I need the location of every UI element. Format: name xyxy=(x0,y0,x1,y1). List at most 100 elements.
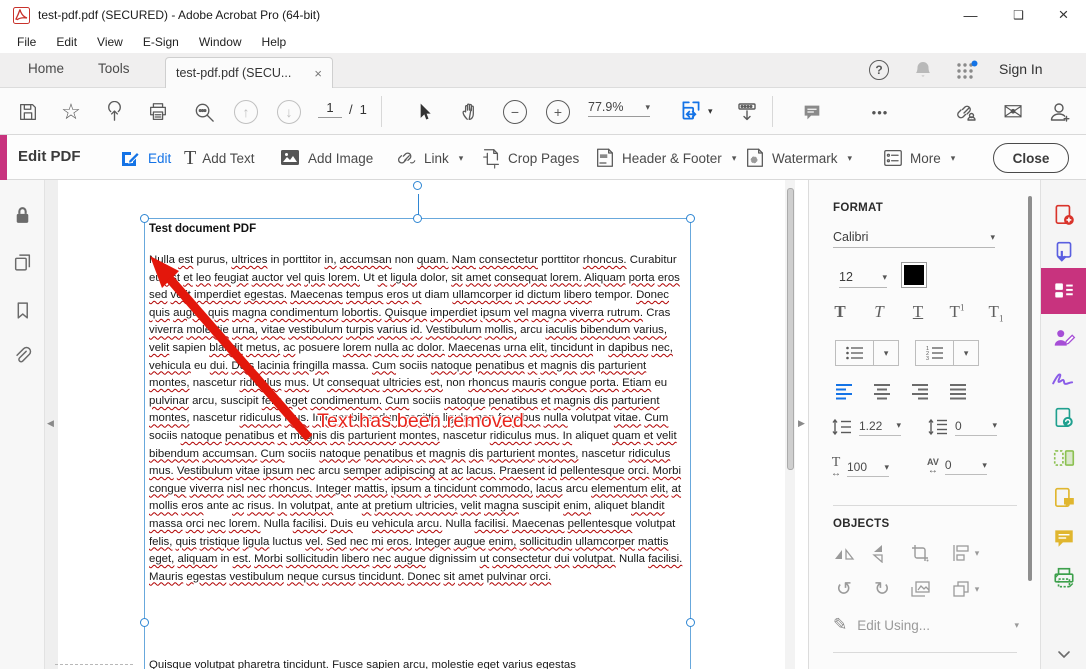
close-button[interactable]: × xyxy=(1041,0,1086,30)
collapse-left-panel-icon[interactable]: ◀ xyxy=(47,418,54,429)
bold-icon[interactable]: T xyxy=(827,302,853,322)
comment-tool-icon[interactable] xyxy=(1041,518,1086,558)
add-image-button[interactable]: Add Image xyxy=(278,144,373,172)
previous-page-icon[interactable]: ↑ xyxy=(232,98,260,126)
minimize-button[interactable]: — xyxy=(948,0,993,30)
font-size-select[interactable]: 12 ▾ xyxy=(839,270,887,288)
numbered-list-icon[interactable]: 123 xyxy=(916,341,953,365)
page-number-input[interactable]: 1 xyxy=(318,100,342,118)
menu-window[interactable]: Window xyxy=(189,31,252,53)
header-footer-button[interactable]: Header & Footer ▾ xyxy=(594,144,736,172)
edit-using-control[interactable]: ✎ Edit Using... ▾ xyxy=(833,615,1019,635)
expand-right-panel-icon[interactable]: ▶ xyxy=(798,418,805,429)
handle-top-right[interactable] xyxy=(686,214,695,223)
removed-text-annotation[interactable]: Text has been removed xyxy=(317,410,524,433)
more-tools-ellipsis-icon[interactable]: ••• xyxy=(866,98,894,126)
menu-view[interactable]: View xyxy=(87,31,133,53)
menu-file[interactable]: File xyxy=(7,31,46,53)
tab-document[interactable]: test-pdf.pdf (SECU... × xyxy=(165,57,333,88)
char-spacing-control[interactable]: AV↔ 0▾ xyxy=(927,458,987,475)
superscript-icon[interactable]: T1 xyxy=(944,302,970,322)
search-icon[interactable] xyxy=(190,98,218,126)
replace-image-icon[interactable] xyxy=(905,576,935,602)
bookmarks-icon[interactable] xyxy=(12,300,33,321)
print-icon[interactable] xyxy=(144,98,172,126)
font-color-swatch[interactable] xyxy=(901,262,927,288)
menu-help[interactable]: Help xyxy=(252,31,297,53)
subscript-icon[interactable]: T1 xyxy=(983,302,1009,323)
tab-tools[interactable]: Tools xyxy=(80,53,148,84)
star-favorite-icon[interactable]: ☆ xyxy=(57,98,85,126)
handle-top-left[interactable] xyxy=(140,214,149,223)
organize-pages-icon[interactable] xyxy=(1041,438,1086,478)
bullet-list-caret-icon[interactable]: ▾ xyxy=(874,341,898,365)
page-thumbnails-icon[interactable] xyxy=(12,252,33,273)
horizontal-scale-control[interactable]: T↔ 100▾ xyxy=(831,458,889,479)
sign-in-button[interactable]: Sign In xyxy=(999,61,1043,77)
request-esignatures-icon[interactable] xyxy=(1041,318,1086,358)
document-scrollbar[interactable] xyxy=(785,180,795,669)
tab-close-icon[interactable]: × xyxy=(314,66,322,81)
next-page-icon[interactable]: ↓ xyxy=(275,98,303,126)
menu-esign[interactable]: E-Sign xyxy=(133,31,189,53)
export-pdf-icon[interactable] xyxy=(1041,232,1086,272)
menu-edit[interactable]: Edit xyxy=(46,31,87,53)
format-panel-scrollbar-thumb[interactable] xyxy=(1028,196,1032,581)
help-icon[interactable]: ? xyxy=(869,60,889,80)
convert-pdf-icon[interactable] xyxy=(1041,398,1086,438)
more-button[interactable]: More ▾ xyxy=(882,144,955,172)
align-right-icon[interactable] xyxy=(905,378,935,404)
align-left-icon[interactable] xyxy=(829,378,859,404)
notifications-bell-icon[interactable] xyxy=(913,59,933,81)
crop-object-icon[interactable] xyxy=(905,540,935,566)
line-spacing-control[interactable]: 1.22▾ xyxy=(831,418,901,436)
maximize-button[interactable]: ❑ xyxy=(996,0,1041,30)
handle-top-center[interactable] xyxy=(413,214,422,223)
underline-icon[interactable]: T xyxy=(905,302,931,322)
align-justify-icon[interactable] xyxy=(943,378,973,404)
zoom-level-select[interactable]: 77.9% ▾ xyxy=(588,100,650,117)
crop-pages-button[interactable]: Crop Pages xyxy=(480,144,579,172)
hide-toolbars-icon[interactable] xyxy=(733,98,761,126)
watermark-button[interactable]: Watermark ▾ xyxy=(744,144,852,172)
hand-pan-icon[interactable] xyxy=(456,98,484,126)
comment-icon[interactable] xyxy=(798,98,826,126)
scan-ocr-icon[interactable] xyxy=(1041,558,1086,598)
create-pdf-icon[interactable] xyxy=(1041,195,1086,235)
flip-vertical-icon[interactable] xyxy=(867,540,897,566)
handle-middle-right[interactable] xyxy=(686,618,695,627)
rotate-clockwise-icon[interactable]: ↻ xyxy=(867,576,897,602)
fit-width-icon[interactable]: ▾ xyxy=(678,98,713,124)
zoom-in-icon[interactable]: + xyxy=(544,98,572,126)
attachments-paperclip-icon[interactable] xyxy=(12,345,33,366)
bullet-list-icon[interactable] xyxy=(836,341,873,365)
font-family-select[interactable]: Calibri ▾ xyxy=(833,230,995,248)
flip-horizontal-icon[interactable] xyxy=(829,540,859,566)
apps-grid-icon[interactable] xyxy=(955,60,979,82)
more-tools-chevron-icon[interactable] xyxy=(1041,635,1086,669)
email-icon[interactable]: ✉ xyxy=(999,98,1027,126)
send-for-comments-icon[interactable] xyxy=(1041,478,1086,518)
share-upload-icon[interactable] xyxy=(100,98,128,126)
zoom-out-icon[interactable]: − xyxy=(501,98,529,126)
share-link-icon[interactable] xyxy=(952,98,980,126)
arrange-objects-icon[interactable]: ▾ xyxy=(943,576,987,602)
fill-and-sign-icon[interactable] xyxy=(1041,358,1086,398)
numbered-list-caret-icon[interactable]: ▾ xyxy=(954,341,978,365)
handle-middle-left[interactable] xyxy=(140,618,149,627)
link-button[interactable]: Link ▾ xyxy=(396,144,463,172)
close-edit-button[interactable]: Close xyxy=(993,143,1069,173)
rotate-counterclockwise-icon[interactable]: ↺ xyxy=(829,576,859,602)
add-text-button[interactable]: T Add Text xyxy=(184,144,255,172)
paragraph-spacing-control[interactable]: 0▾ xyxy=(927,418,997,436)
document-scrollbar-thumb[interactable] xyxy=(787,188,794,470)
tab-home[interactable]: Home xyxy=(10,53,82,84)
italic-icon[interactable]: T xyxy=(866,302,892,322)
security-lock-icon[interactable] xyxy=(12,205,33,226)
align-objects-icon[interactable]: ▾ xyxy=(943,540,987,566)
rotation-handle[interactable] xyxy=(413,181,422,190)
edit-tool-button[interactable]: Edit xyxy=(118,144,171,172)
edit-pdf-active-tool[interactable] xyxy=(1041,268,1086,314)
account-avatar-icon[interactable] xyxy=(1046,98,1074,126)
align-center-icon[interactable] xyxy=(867,378,897,404)
